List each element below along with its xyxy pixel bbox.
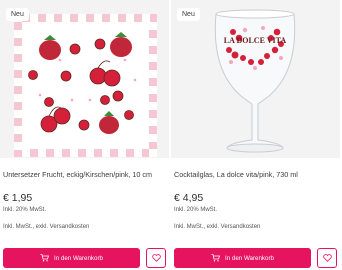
wishlist-button[interactable] <box>317 248 337 268</box>
product-price: € 1,95 <box>3 192 33 204</box>
vat-note: Inkl. 20% MwSt. <box>3 207 47 213</box>
product-card[interactable]: LA DOLCE VITA Neu Cocktailglas, La dolce… <box>171 0 340 270</box>
new-badge: Neu <box>177 8 200 21</box>
add-to-cart-button[interactable]: In den Warenkorb <box>174 248 311 268</box>
shopping-cart-icon <box>40 254 50 262</box>
heart-icon <box>322 254 332 262</box>
heart-icon <box>151 254 161 262</box>
add-to-cart-label: In den Warenkorb <box>225 254 274 262</box>
glass-print-text: LA DOLCE VITA <box>224 36 287 45</box>
shipping-note: Inkl. MwSt., exkl. Versandkosten <box>174 224 261 230</box>
wishlist-button[interactable] <box>146 248 166 268</box>
shipping-note: Inkl. MwSt., exkl. Versandkosten <box>3 224 90 230</box>
coaster-image <box>14 14 157 157</box>
product-card[interactable]: Neu Untersetzer Frucht, eckig/Kirschen/p… <box>0 0 169 270</box>
product-title[interactable]: Untersetzer Frucht, eckig/Kirschen/pink,… <box>3 170 167 179</box>
product-title[interactable]: Cocktailglas, La dolce vita/pink, 730 ml <box>174 170 338 179</box>
product-image[interactable]: Neu <box>0 0 169 158</box>
vat-note: Inkl. 20% MwSt. <box>174 207 218 213</box>
add-to-cart-button[interactable]: In den Warenkorb <box>3 248 140 268</box>
new-badge: Neu <box>6 8 29 21</box>
cocktail-glass-image: LA DOLCE VITA <box>214 9 296 153</box>
product-price: € 4,95 <box>174 192 204 204</box>
add-to-cart-label: In den Warenkorb <box>54 254 103 262</box>
product-grid: Neu Untersetzer Frucht, eckig/Kirschen/p… <box>0 0 342 270</box>
product-image[interactable]: LA DOLCE VITA Neu <box>171 0 340 158</box>
shopping-cart-icon <box>211 254 221 262</box>
